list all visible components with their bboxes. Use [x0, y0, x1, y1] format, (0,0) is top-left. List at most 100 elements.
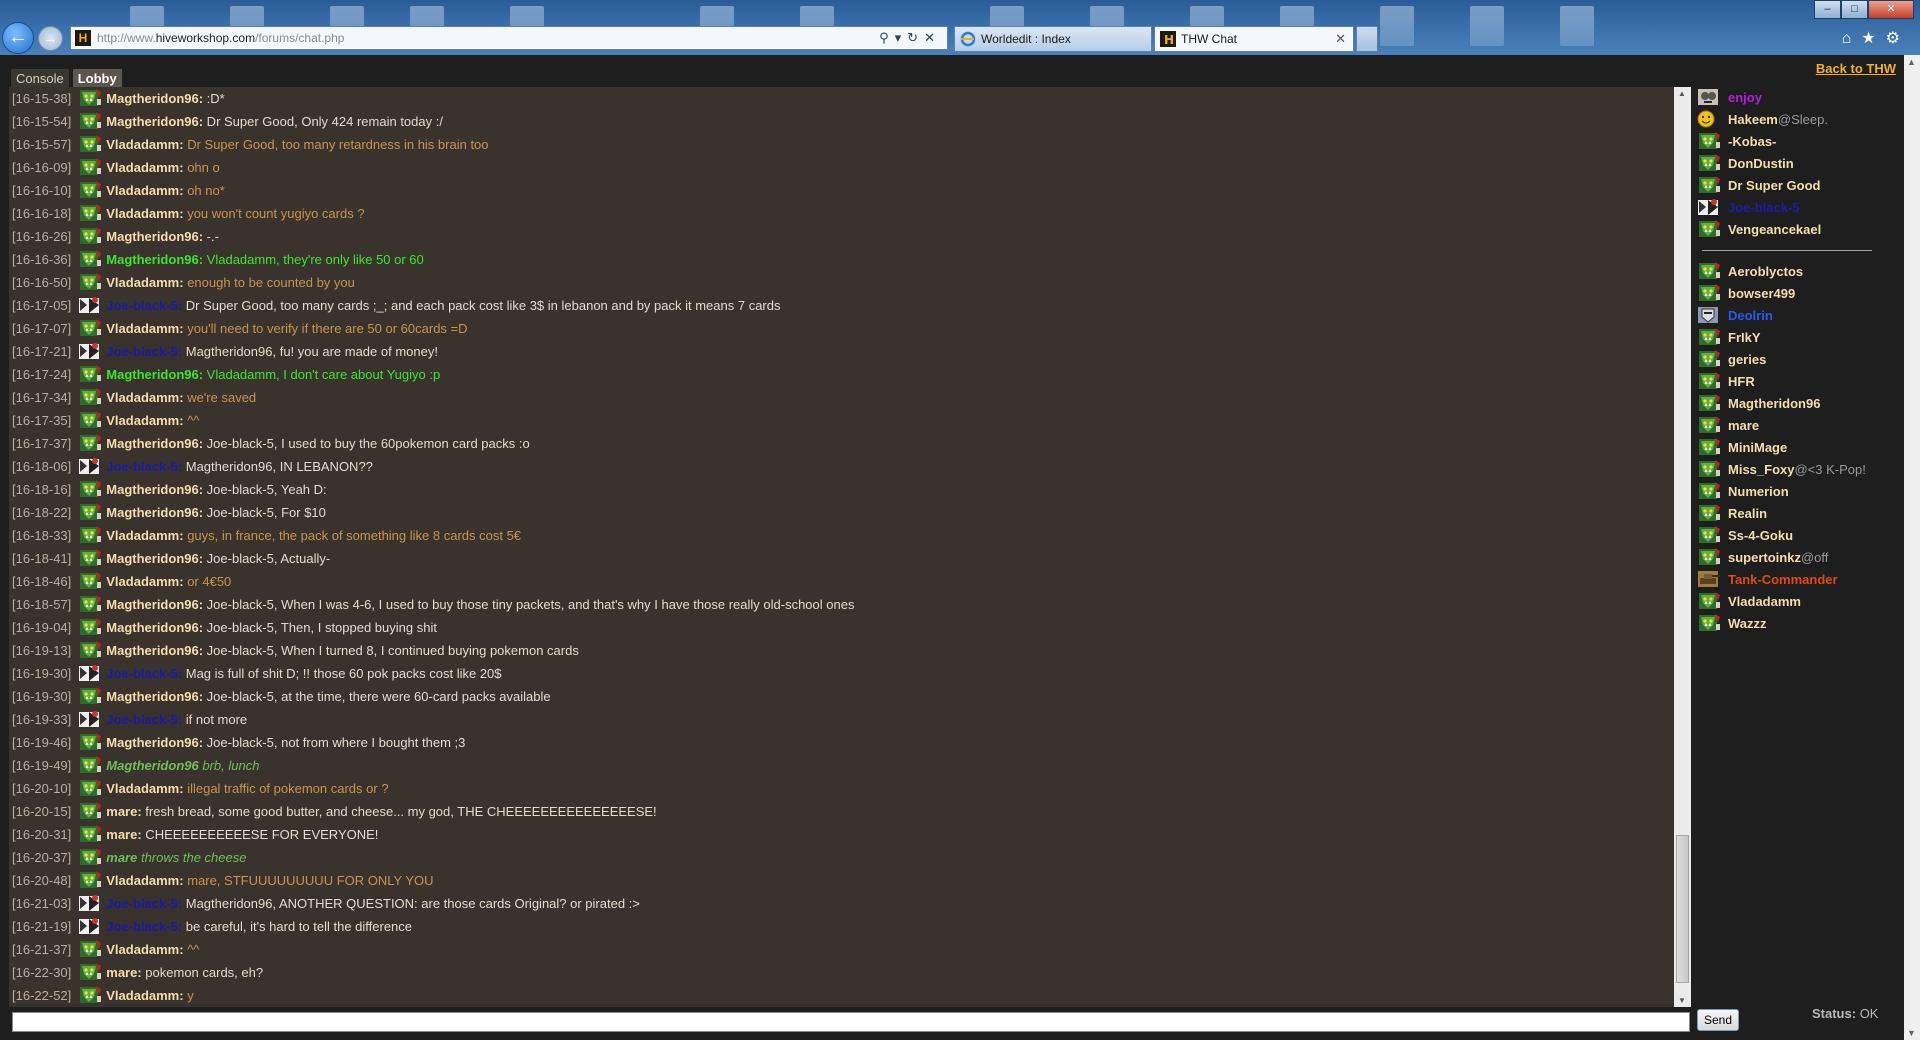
address-bar[interactable]: H http://www.hiveworkshop.com/forums/cha… [70, 26, 948, 50]
message-username[interactable]: Joe-black-5: [106, 896, 182, 911]
user-list-item[interactable]: Deolrin [1692, 305, 1904, 327]
tab-lobby[interactable]: Lobby [72, 69, 122, 89]
message-username[interactable]: Vladadamm: [106, 275, 183, 290]
dropdown-icon[interactable]: ▾ [895, 30, 908, 45]
message-username[interactable]: Magtheridon96: [106, 436, 203, 451]
message-username[interactable]: Magtheridon96: [106, 91, 203, 106]
user-name[interactable]: Realin [1728, 506, 1767, 521]
forward-arrow-icon[interactable]: → [38, 26, 63, 51]
user-name[interactable]: HFR [1728, 374, 1755, 389]
user-list-item[interactable]: Ss-4-Goku [1692, 525, 1904, 547]
home-icon[interactable]: ⌂ [1842, 30, 1862, 47]
user-name[interactable]: Miss_Foxy [1728, 462, 1794, 477]
page-scrollbar[interactable]: ▲ ▼ [1904, 55, 1920, 1040]
message-username[interactable]: Vladadamm: [106, 988, 183, 1003]
message-username[interactable]: Magtheridon96: [106, 597, 203, 612]
user-list-item[interactable]: bowser499 [1692, 283, 1904, 305]
send-button[interactable]: Send [1697, 1009, 1739, 1031]
user-list-item[interactable]: Tank-Commander [1692, 569, 1904, 591]
message-username[interactable]: Vladadamm: [106, 160, 183, 175]
message-username[interactable]: Magtheridon96: [106, 229, 203, 244]
user-list-item[interactable]: Vengeancekael [1692, 219, 1904, 241]
close-icon[interactable]: ✕ [1868, 0, 1914, 19]
user-name[interactable]: DonDustin [1728, 156, 1794, 171]
user-name[interactable]: bowser499 [1728, 286, 1795, 301]
user-list-item[interactable]: geries [1692, 349, 1904, 371]
favorites-star-icon[interactable]: ★ [1861, 30, 1885, 47]
user-name[interactable]: Magtheridon96 [1728, 396, 1820, 411]
user-list-item[interactable]: HFR [1692, 371, 1904, 393]
message-username[interactable]: Vladadamm: [106, 942, 183, 957]
user-name[interactable]: Joe-black-5 [1728, 200, 1800, 215]
message-username[interactable]: Joe-black-5: [106, 298, 182, 313]
user-list-item[interactable]: Wazzz [1692, 613, 1904, 635]
user-name[interactable]: Tank-Commander [1728, 572, 1838, 587]
scroll-thumb[interactable] [1676, 835, 1689, 983]
message-username[interactable]: Joe-black-5: [106, 666, 182, 681]
message-username[interactable]: mare: [106, 804, 141, 819]
user-list-item[interactable]: Numerion [1692, 481, 1904, 503]
message-username[interactable]: Magtheridon96: [106, 689, 203, 704]
user-list-item[interactable]: Miss_Foxy@<3 K-Pop! [1692, 459, 1904, 481]
maximize-icon[interactable]: □ [1841, 0, 1868, 19]
message-username[interactable]: Vladadamm: [106, 206, 183, 221]
refresh-icon[interactable]: ↻ [907, 30, 924, 45]
user-name[interactable]: MiniMage [1728, 440, 1787, 455]
scroll-down-icon[interactable]: ▼ [1678, 996, 1686, 1005]
user-list-item[interactable]: Joe-black-5 [1692, 197, 1904, 219]
back-to-thw-link[interactable]: Back to THW [1816, 61, 1896, 76]
user-list-item[interactable]: enjoy [1692, 87, 1904, 109]
message-username[interactable]: Magtheridon96: [106, 643, 203, 658]
search-icon[interactable]: ⚲ [879, 30, 895, 45]
message-username[interactable]: Magtheridon96: [106, 114, 203, 129]
message-username[interactable]: Magtheridon96: [106, 367, 203, 382]
message-username[interactable]: Vladadamm: [106, 413, 183, 428]
user-list-item[interactable]: supertoinkz@off [1692, 547, 1904, 569]
new-tab-button[interactable] [1356, 26, 1378, 52]
back-arrow-icon[interactable]: ← [2, 22, 34, 54]
message-username[interactable]: mare: [106, 827, 141, 842]
user-list-item[interactable]: Vladadamm [1692, 591, 1904, 613]
message-username[interactable]: mare: [106, 965, 141, 980]
user-name[interactable]: Wazzz [1728, 616, 1767, 631]
user-list-item[interactable]: Magtheridon96 [1692, 393, 1904, 415]
scroll-down-icon[interactable]: ▼ [1907, 1028, 1916, 1038]
tab-worldedit[interactable]: Worldedit : Index [954, 26, 1152, 52]
user-list-item[interactable]: mare [1692, 415, 1904, 437]
message-username[interactable]: Magtheridon96 [106, 758, 198, 773]
message-username[interactable]: Joe-black-5: [106, 344, 182, 359]
user-list-item[interactable]: Dr Super Good [1692, 175, 1904, 197]
message-username[interactable]: Joe-black-5: [106, 712, 182, 727]
tab-thw-chat[interactable]: H THW Chat ✕ [1154, 26, 1354, 52]
user-name[interactable]: -Kobas- [1728, 134, 1776, 149]
user-name[interactable]: Numerion [1728, 484, 1789, 499]
tab-console[interactable]: Console [11, 69, 69, 89]
user-name[interactable]: Vengeancekael [1728, 222, 1821, 237]
chat-scrollbar[interactable]: ▲ ▼ [1674, 87, 1691, 1007]
message-username[interactable]: Magtheridon96: [106, 482, 203, 497]
gear-icon[interactable]: ⚙ [1886, 30, 1910, 47]
user-list-item[interactable]: -Kobas- [1692, 131, 1904, 153]
user-list-item[interactable]: Realin [1692, 503, 1904, 525]
message-username[interactable]: Joe-black-5: [106, 919, 182, 934]
message-username[interactable]: Vladadamm: [106, 781, 183, 796]
user-name[interactable]: FrIkY [1728, 330, 1761, 345]
message-username[interactable]: Magtheridon96: [106, 620, 203, 635]
message-username[interactable]: Vladadamm: [106, 137, 183, 152]
user-name[interactable]: supertoinkz [1728, 550, 1801, 565]
close-tab-icon[interactable]: ✕ [1335, 27, 1346, 51]
chat-message-input[interactable] [12, 1012, 1690, 1032]
user-name[interactable]: Deolrin [1728, 308, 1773, 323]
user-name[interactable]: geries [1728, 352, 1766, 367]
user-list-item[interactable]: Aeroblyctos [1692, 261, 1904, 283]
message-username[interactable]: Magtheridon96: [106, 551, 203, 566]
user-name[interactable]: Vladadamm [1728, 594, 1801, 609]
message-username[interactable]: Vladadamm: [106, 528, 183, 543]
message-username[interactable]: Vladadamm: [106, 321, 183, 336]
message-username[interactable]: Magtheridon96: [106, 505, 203, 520]
user-list-item[interactable]: FrIkY [1692, 327, 1904, 349]
message-username[interactable]: Vladadamm: [106, 873, 183, 888]
message-username[interactable]: Magtheridon96: [106, 735, 203, 750]
user-name[interactable]: enjoy [1728, 90, 1762, 105]
message-username[interactable]: Vladadamm: [106, 574, 183, 589]
